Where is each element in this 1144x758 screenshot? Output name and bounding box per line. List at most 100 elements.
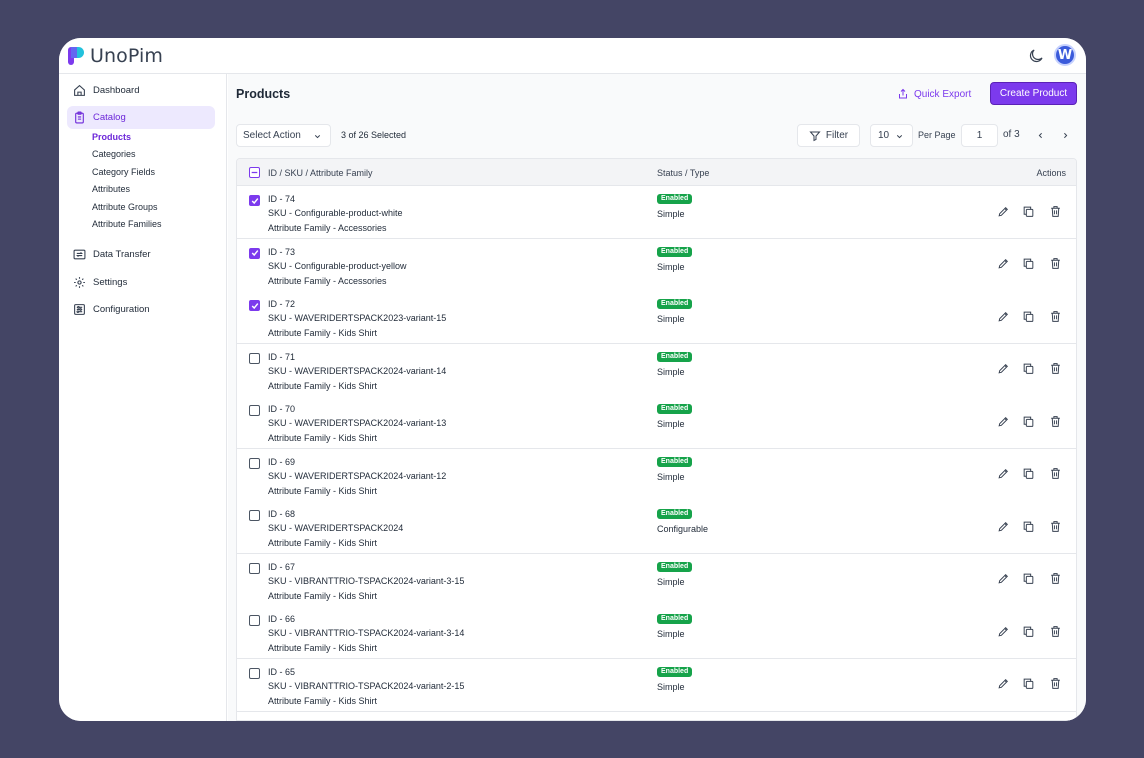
delete-icon[interactable]	[1048, 204, 1062, 218]
row-checkbox[interactable]	[249, 615, 260, 626]
user-avatar[interactable]: W	[1054, 44, 1076, 66]
status-badge: Enabled	[657, 614, 693, 624]
delete-icon[interactable]	[1048, 677, 1062, 691]
copy-icon[interactable]	[1021, 204, 1035, 218]
product-id: ID - 73	[268, 246, 296, 257]
header-status-type[interactable]: Status / Type	[657, 168, 709, 178]
delete-icon[interactable]	[1048, 414, 1062, 428]
edit-icon[interactable]	[996, 257, 1010, 271]
row-checkbox[interactable]	[249, 247, 260, 259]
select-action-dropdown[interactable]: Select Action	[236, 124, 331, 147]
product-id: ID - 71	[268, 351, 296, 362]
copy-icon[interactable]	[1021, 309, 1035, 323]
per-page-value: 10	[878, 130, 890, 141]
edit-icon[interactable]	[996, 309, 1010, 323]
delete-icon[interactable]	[1048, 362, 1062, 376]
copy-icon[interactable]	[1021, 257, 1035, 271]
product-attribute-family: Attribute Family - Kids Shirt	[268, 380, 378, 391]
sidebar-item-configuration[interactable]: Configuration	[67, 298, 215, 321]
toolbar: Select Action 3 of 26 Selected Filter 10…	[236, 124, 1077, 147]
logo[interactable]: UnoPim	[68, 46, 163, 66]
copy-icon[interactable]	[1021, 572, 1035, 586]
header-actions: Actions	[1036, 168, 1066, 178]
per-page-dropdown[interactable]: 10	[870, 124, 913, 147]
chevron-left-icon	[1038, 132, 1042, 138]
sidebar-sub-attribute-groups[interactable]: Attribute Groups	[92, 202, 158, 212]
copy-icon[interactable]	[1021, 677, 1035, 691]
row-checkbox[interactable]	[249, 562, 260, 574]
delete-icon[interactable]	[1048, 624, 1062, 638]
copy-icon[interactable]	[1021, 414, 1035, 428]
delete-icon[interactable]	[1048, 467, 1062, 481]
table-row[interactable]: ID - 66 SKU - VIBRANTTRIO-TSPACK2024-vari…	[237, 606, 1076, 659]
edit-icon[interactable]	[996, 414, 1010, 428]
gear-icon	[72, 276, 86, 290]
per-page-label: Per Page	[918, 130, 956, 140]
edit-icon[interactable]	[996, 677, 1010, 691]
table-row[interactable]: ID - 68 SKU - WAVERIDERTSPACK2024 Attribut…	[237, 501, 1076, 554]
sidebar-sub-attribute-families[interactable]: Attribute Families	[92, 219, 162, 229]
table-header: ID / SKU / Attribute Family Status / Typ…	[237, 159, 1076, 186]
table-row[interactable]: ID - 72 SKU - WAVERIDERTSPACK2023-variant…	[237, 291, 1076, 344]
table-row[interactable]: ID - 73 SKU - Configurable-product-yellow…	[237, 238, 1076, 292]
sidebar-sub-attributes[interactable]: Attributes	[92, 184, 130, 194]
selected-count: 3 of 26 Selected	[341, 130, 407, 140]
sidebar-sub-categories[interactable]: Categories	[92, 149, 136, 159]
edit-icon[interactable]	[996, 572, 1010, 586]
create-product-button[interactable]: Create Product	[990, 82, 1077, 105]
row-checkbox[interactable]	[249, 510, 260, 521]
logo-mark-icon	[68, 47, 86, 65]
copy-icon[interactable]	[1021, 467, 1035, 481]
edit-icon[interactable]	[996, 362, 1010, 376]
table-row[interactable]: ID - 74 SKU - Configurable-product-white A…	[237, 186, 1076, 239]
delete-icon[interactable]	[1048, 257, 1062, 271]
table-row[interactable]: ID - 67 SKU - VIBRANTTRIO-TSPACK2024-vari…	[237, 553, 1076, 607]
filter-button[interactable]: Filter	[797, 124, 860, 147]
filter-label: Filter	[825, 130, 849, 141]
row-checkbox[interactable]	[249, 352, 260, 364]
table-row[interactable]: ID - 65 SKU - VIBRANTTRIO-TSPACK2024-vari…	[237, 658, 1076, 712]
edit-icon[interactable]	[996, 467, 1010, 481]
table-row[interactable]: ID - 71 SKU - WAVERIDERTSPACK2024-variant…	[237, 343, 1076, 397]
delete-icon[interactable]	[1048, 572, 1062, 586]
row-checkbox[interactable]	[249, 300, 260, 311]
edit-icon[interactable]	[996, 624, 1010, 638]
sidebar-item-data-transfer[interactable]: Data Transfer	[67, 243, 215, 266]
product-type: Simple	[657, 681, 685, 692]
quick-export-button[interactable]: Quick Export	[897, 85, 971, 103]
row-checkbox[interactable]	[249, 405, 260, 416]
row-checkbox[interactable]	[249, 457, 260, 469]
table-row[interactable]: ID - 70 SKU - WAVERIDERTSPACK2024-variant…	[237, 396, 1076, 449]
delete-icon[interactable]	[1048, 309, 1062, 323]
top-bar: UnoPim W	[59, 38, 1086, 74]
copy-icon[interactable]	[1021, 519, 1035, 533]
sidebar-item-settings[interactable]: Settings	[67, 271, 215, 294]
product-id: ID - 72	[268, 299, 296, 309]
sidebar-sub-products[interactable]: Products	[92, 132, 131, 142]
previous-page-button[interactable]	[1033, 128, 1047, 142]
edit-icon[interactable]	[996, 204, 1010, 218]
product-sku: SKU - WAVERIDERTSPACK2024-variant-13	[268, 418, 447, 428]
product-type: Simple	[657, 471, 685, 482]
copy-icon[interactable]	[1021, 362, 1035, 376]
row-checkbox[interactable]	[249, 667, 260, 679]
sidebar-item-label: Catalog	[93, 112, 126, 123]
table-row[interactable]: ID - 69 SKU - WAVERIDERTSPACK2024-variant…	[237, 448, 1076, 502]
sidebar-sub-category-fields[interactable]: Category Fields	[92, 167, 155, 177]
select-all-checkbox[interactable]	[249, 167, 260, 178]
status-badge: Enabled	[657, 456, 693, 467]
select-action-label: Select Action	[243, 130, 301, 141]
copy-icon[interactable]	[1021, 624, 1035, 638]
row-checkbox[interactable]	[249, 195, 260, 206]
header-id-sku-family[interactable]: ID / SKU / Attribute Family	[268, 168, 373, 178]
page-number-input[interactable]: 1	[961, 124, 998, 147]
status-badge: Enabled	[657, 351, 693, 362]
sidebar-item-catalog[interactable]: Catalog	[67, 106, 215, 129]
dark-mode-toggle-icon[interactable]	[1027, 47, 1045, 65]
sidebar-item-dashboard[interactable]: Dashboard	[67, 79, 215, 102]
next-page-button[interactable]	[1058, 128, 1072, 142]
product-attribute-family: Attribute Family - Kids Shirt	[268, 485, 378, 496]
edit-icon[interactable]	[996, 519, 1010, 533]
app-window: UnoPim W Dashboard Catalog Products Cate…	[59, 38, 1086, 721]
delete-icon[interactable]	[1048, 519, 1062, 533]
